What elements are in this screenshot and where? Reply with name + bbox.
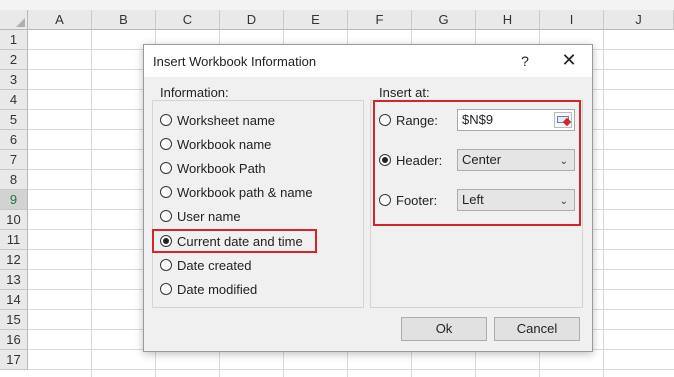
row-header-7[interactable]: 7 [0,150,28,170]
insert-workbook-information-dialog: Insert Workbook Information ? ✕ Informat… [143,44,593,352]
row-header-4[interactable]: 4 [0,90,28,110]
row-header-12[interactable]: 12 [0,250,28,270]
footer-position-value: Left [462,192,484,207]
row-header-14[interactable]: 14 [0,290,28,310]
header-label: Header: [396,152,443,168]
column-header-d[interactable]: D [220,10,284,30]
close-button[interactable]: ✕ [552,49,586,73]
row-header-17[interactable]: 17 [0,350,28,370]
column-header-b[interactable]: B [92,10,156,30]
dialog-title: Insert Workbook Information [153,54,317,69]
column-header-e[interactable]: E [284,10,348,30]
column-header-c[interactable]: C [156,10,220,30]
information-option-label: Workbook path & name [177,184,313,200]
information-option[interactable]: User name [160,206,241,226]
row-header-13[interactable]: 13 [0,270,28,290]
row-header-6[interactable]: 6 [0,130,28,150]
row-header-9[interactable]: 9 [0,190,28,210]
column-header-h[interactable]: H [476,10,540,30]
row-header-3[interactable]: 3 [0,70,28,90]
information-radio[interactable] [160,162,172,174]
information-radio[interactable] [160,138,172,150]
column-header-j[interactable]: J [604,10,674,30]
column-header-a[interactable]: A [28,10,92,30]
column-gridline [91,30,92,377]
range-select-icon[interactable] [554,112,572,128]
range-radio[interactable] [379,114,391,126]
header-position-value: Center [462,152,502,167]
row-header-11[interactable]: 11 [0,230,28,250]
footer-radio[interactable] [379,194,391,206]
dialog-titlebar: Insert Workbook Information ? ✕ [144,45,592,77]
information-radio[interactable] [160,186,172,198]
column-header-f[interactable]: F [348,10,412,30]
information-option-label: Worksheet name [177,112,276,128]
insert-at-group-label: Insert at: [377,85,432,100]
header-radio[interactable] [379,154,391,166]
footer-position-select[interactable]: Left ⌄ [457,189,575,211]
information-option[interactable]: Date modified [160,279,257,299]
information-group [152,100,364,308]
information-option[interactable]: Date created [160,255,251,275]
row-header-1[interactable]: 1 [0,30,28,50]
information-radio[interactable] [160,114,172,126]
ok-button[interactable]: Ok [401,317,487,341]
column-header-i[interactable]: I [540,10,604,30]
information-radio[interactable] [160,259,172,271]
information-radio[interactable] [160,283,172,295]
information-option-label: Workbook Path [177,160,266,176]
range-input[interactable]: $N$9 [457,109,575,131]
current-date-time-highlight [152,229,317,253]
cancel-button[interactable]: Cancel [494,317,580,341]
row-gridline [28,369,674,370]
footer-label: Footer: [396,192,438,208]
header-option[interactable]: Header: [379,150,442,170]
chevron-down-icon: ⌄ [559,196,568,207]
range-label: Range: [396,112,438,128]
select-all-corner[interactable] [0,10,28,30]
information-option[interactable]: Workbook name [160,134,271,154]
information-option[interactable]: Worksheet name [160,110,275,130]
row-header-5[interactable]: 5 [0,110,28,130]
top-strip [0,0,674,10]
chevron-down-icon: ⌄ [559,156,568,167]
row-header-2[interactable]: 2 [0,50,28,70]
column-gridline [603,30,604,377]
information-option-label: Date modified [177,281,258,297]
information-option-label: Workbook name [177,136,272,152]
column-header-g[interactable]: G [412,10,476,30]
row-header-8[interactable]: 8 [0,170,28,190]
row-header-15[interactable]: 15 [0,310,28,330]
row-header-16[interactable]: 16 [0,330,28,350]
range-option[interactable]: Range: [379,110,438,130]
footer-option[interactable]: Footer: [379,190,437,210]
information-option-label: User name [177,208,241,224]
information-group-label: Information: [158,85,231,100]
help-button[interactable]: ? [508,49,542,73]
information-radio[interactable] [160,210,172,222]
row-header-10[interactable]: 10 [0,210,28,230]
information-option[interactable]: Workbook path & name [160,182,313,202]
header-position-select[interactable]: Center ⌄ [457,149,575,171]
range-value: $N$9 [462,112,494,127]
information-option[interactable]: Workbook Path [160,158,266,178]
information-option-label: Date created [177,257,252,273]
